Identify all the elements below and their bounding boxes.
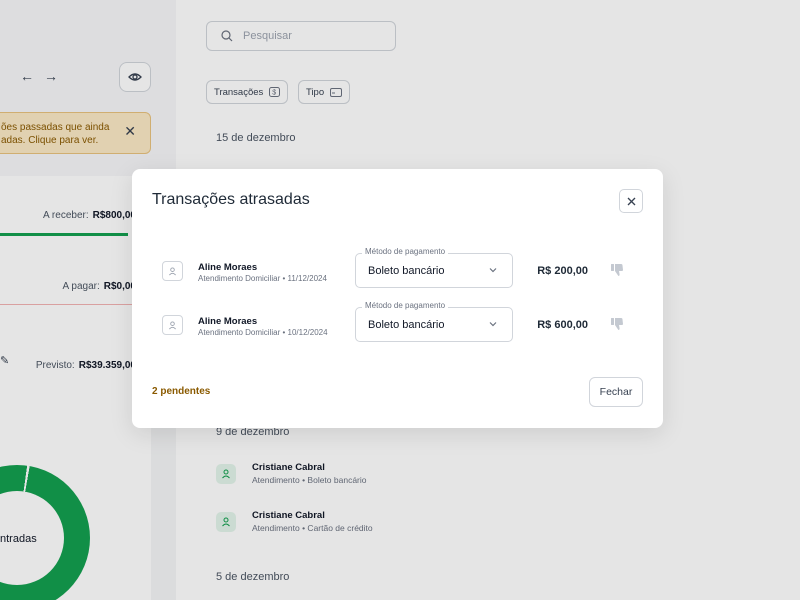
chevron-down-icon xyxy=(489,322,497,327)
user-avatar-icon xyxy=(162,315,183,335)
select-value: Boleto bancário xyxy=(368,319,445,331)
payment-method-select[interactable]: Método de pagamento Boleto bancário xyxy=(355,247,513,288)
service-subtitle: Atendimento Domiciliar • 11/12/2024 xyxy=(198,274,327,283)
thumbs-down-icon[interactable] xyxy=(610,317,624,331)
client-name: Aline Moraes xyxy=(198,316,258,327)
pending-count: 2 pendentes xyxy=(152,386,211,397)
thumbs-down-icon[interactable] xyxy=(610,263,624,277)
modal-close-button[interactable] xyxy=(619,189,643,213)
user-avatar-icon xyxy=(162,261,183,281)
close-button[interactable]: Fechar xyxy=(589,377,643,407)
client-name: Aline Moraes xyxy=(198,262,258,273)
select-value: Boleto bancário xyxy=(368,265,445,277)
select-label: Método de pagamento xyxy=(362,301,449,310)
overdue-transactions-modal: Transações atrasadas Aline Moraes Atendi… xyxy=(132,169,663,428)
chevron-down-icon xyxy=(489,268,497,273)
payment-method-select[interactable]: Método de pagamento Boleto bancário xyxy=(355,301,513,342)
service-subtitle: Atendimento Domiciliar • 10/12/2024 xyxy=(198,328,328,337)
close-icon xyxy=(627,197,635,205)
amount: R$ 200,00 xyxy=(537,265,588,277)
overdue-row: Aline Moraes Atendimento Domiciliar • 10… xyxy=(132,301,663,343)
overdue-row: Aline Moraes Atendimento Domiciliar • 11… xyxy=(132,247,663,289)
select-label: Método de pagamento xyxy=(362,247,449,256)
amount: R$ 600,00 xyxy=(537,319,588,331)
modal-title: Transações atrasadas xyxy=(152,191,310,208)
